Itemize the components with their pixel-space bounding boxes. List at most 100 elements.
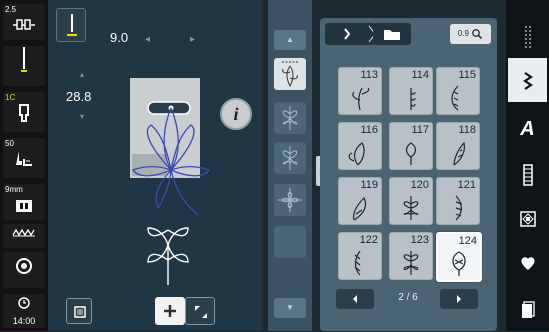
- info-button[interactable]: i: [220, 98, 252, 130]
- pattern-number: 115: [458, 69, 476, 81]
- strip-item[interactable]: [274, 184, 306, 216]
- zoom-button[interactable]: 0.9: [450, 24, 491, 44]
- folder-tab[interactable]: [373, 23, 411, 45]
- practical-stitches-button[interactable]: [508, 14, 547, 58]
- leaf-stitch-icon: [282, 61, 298, 88]
- pattern-motif-icon: [403, 196, 419, 220]
- personal-program-button[interactable]: [508, 242, 547, 286]
- clock-time: 14:00: [12, 316, 36, 326]
- move-button[interactable]: [185, 297, 215, 325]
- pattern-number: 121: [457, 179, 476, 191]
- stitch-plate-button[interactable]: 9mm: [3, 184, 45, 220]
- pattern-motif-icon: [410, 88, 416, 110]
- pattern-cell[interactable]: 124: [436, 232, 482, 282]
- pattern-motif-icon: [455, 195, 463, 221]
- pattern-motif-icon: [403, 251, 419, 275]
- pattern-number: 123: [410, 234, 429, 246]
- pattern-number: 116: [360, 124, 378, 136]
- zoom-value: 0.9: [457, 29, 469, 38]
- combination-strip: ▲ ▼: [268, 0, 312, 331]
- folder-icon: [384, 30, 400, 40]
- length-decrease-arrow[interactable]: ◂: [145, 34, 150, 45]
- width-decrease-arrow[interactable]: ▾: [80, 112, 84, 121]
- feed-dog-icon: [3, 224, 45, 242]
- quilt-icon: [519, 211, 536, 227]
- thread-tension-value: 2.5: [5, 5, 17, 14]
- next-page-button[interactable]: [440, 289, 478, 309]
- prev-page-button[interactable]: [336, 289, 374, 309]
- pattern-number: 124: [458, 235, 477, 247]
- pattern-number: 117: [411, 124, 429, 136]
- pattern-cell[interactable]: 122: [338, 232, 382, 280]
- stitch-pattern-icon: [344, 25, 376, 43]
- needle-position-button[interactable]: [56, 8, 86, 42]
- plus-icon: [164, 305, 176, 317]
- stitch-pattern-tab[interactable]: [325, 23, 376, 45]
- butterfly-stitch-icon: [282, 146, 298, 170]
- pattern-panel: [320, 18, 497, 331]
- flower-stitch-icon: [278, 188, 302, 212]
- pattern-cell[interactable]: 114: [389, 67, 433, 115]
- bobbin-icon: [3, 257, 45, 280]
- pattern-motif-icon: [352, 87, 370, 111]
- strip-item-selected[interactable]: [274, 58, 306, 90]
- presser-pressure-button[interactable]: 50: [3, 138, 45, 178]
- width-increase-arrow[interactable]: ▴: [80, 70, 84, 79]
- alphabets-button[interactable]: A: [508, 108, 547, 152]
- buttonholes-button[interactable]: [508, 152, 547, 196]
- clock-button[interactable]: 14:00: [3, 294, 45, 328]
- pattern-motif-icon: [453, 141, 465, 166]
- presser-foot-button[interactable]: 1C: [3, 92, 45, 132]
- memory-button[interactable]: [508, 288, 547, 332]
- presser-pressure-icon: [3, 149, 45, 174]
- pattern-cell[interactable]: 118: [436, 122, 480, 170]
- strip-item-empty[interactable]: [274, 226, 306, 258]
- alphabet-a-icon: A: [520, 118, 535, 140]
- add-button[interactable]: [155, 297, 185, 325]
- quilt-stitches-button[interactable]: [508, 198, 547, 242]
- pattern-number: 113: [360, 69, 378, 81]
- pattern-cell[interactable]: 120: [389, 177, 433, 225]
- presser-pressure-value: 50: [5, 139, 14, 148]
- magnifier-icon: [472, 28, 483, 39]
- stitch-width-value[interactable]: 28.8: [66, 89, 91, 104]
- needle-position-icon: [67, 14, 77, 36]
- right-bar: A: [506, 0, 549, 331]
- presser-foot-icon: [3, 103, 45, 128]
- thread-tension-icon: [3, 15, 45, 38]
- pattern-cell[interactable]: 113: [338, 67, 382, 115]
- strip-item[interactable]: [274, 102, 306, 134]
- feed-dog-button[interactable]: [3, 224, 45, 248]
- pattern-number: 122: [359, 234, 378, 246]
- thread-tension-button[interactable]: 2.5: [3, 4, 45, 40]
- decorative-stitch-icon: [522, 72, 533, 90]
- pattern-cell[interactable]: 123: [389, 232, 433, 280]
- left-sidebar: 2.5 1C 50 9mm 14:00: [0, 0, 48, 331]
- buttonhole-icon: [522, 164, 533, 186]
- decorative-stitches-button[interactable]: [508, 58, 547, 102]
- strip-item[interactable]: [274, 142, 306, 174]
- pages-icon: [521, 301, 535, 318]
- strip-scroll-up-button[interactable]: ▲: [274, 30, 306, 50]
- pattern-cell[interactable]: 116: [338, 122, 382, 170]
- presser-foot-value: 1C: [5, 93, 16, 102]
- view-toggle-button[interactable]: [66, 298, 92, 324]
- diagonal-arrows-icon: [195, 306, 207, 318]
- page-indicator: 2 / 6: [398, 292, 418, 303]
- stitch-length-value[interactable]: 9.0: [110, 30, 128, 45]
- length-increase-arrow[interactable]: ▸: [190, 34, 195, 45]
- pattern-number: 120: [410, 179, 429, 191]
- chevron-right-icon: [457, 295, 461, 303]
- pattern-cell[interactable]: 117: [389, 122, 433, 170]
- pattern-cell[interactable]: 121: [436, 177, 480, 225]
- needle-icon: [3, 47, 45, 78]
- pattern-motif-icon: [405, 142, 417, 165]
- pattern-cell[interactable]: 119: [338, 177, 382, 225]
- pattern-cell[interactable]: 115: [436, 67, 480, 115]
- pattern-number: 119: [360, 179, 378, 191]
- bobbin-button[interactable]: [3, 252, 45, 288]
- needle-stop-button[interactable]: [3, 46, 45, 86]
- stitch-width-value: 9mm: [5, 185, 23, 194]
- stitch-preview: [130, 78, 210, 285]
- strip-scroll-down-button[interactable]: ▼: [274, 298, 306, 318]
